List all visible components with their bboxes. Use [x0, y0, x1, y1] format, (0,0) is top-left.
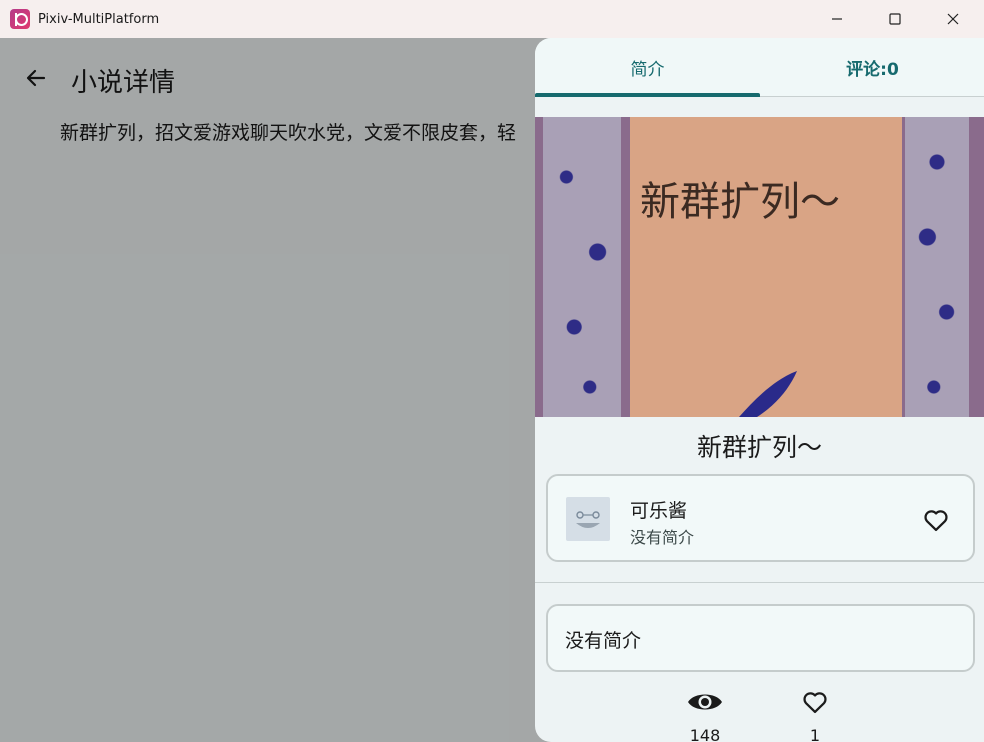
views-count: 148 [689, 726, 721, 742]
close-button[interactable] [924, 0, 982, 38]
section-divider [535, 582, 984, 583]
author-card[interactable]: 可乐酱 没有简介 [546, 474, 975, 562]
maximize-icon [889, 13, 901, 25]
novel-cover-image: 新群扩列～ [535, 117, 984, 417]
novel-title: 新群扩列～ [696, 433, 822, 462]
tab-indicator [535, 93, 760, 97]
tab-intro[interactable]: 简介 [535, 38, 760, 97]
cover-floral-right [905, 117, 969, 417]
heart-outline-icon [924, 510, 948, 532]
novel-detail-sheet: 简介 评论:0 新群扩列～ 新群扩列～ 可乐酱 没有简介 没有简介 148 1 [535, 38, 984, 742]
likes-count: 1 [809, 726, 821, 742]
cover-title-text: 新群扩列～ [640, 179, 840, 225]
minimize-icon [832, 18, 842, 20]
close-icon [947, 13, 959, 25]
window-title: Pixiv-MultiPlatform [38, 11, 160, 27]
minimize-button[interactable] [808, 0, 866, 38]
views-stat: 148 [675, 686, 735, 742]
app-logo-icon [10, 9, 30, 29]
title-bar: Pixiv-MultiPlatform [0, 0, 984, 38]
maximize-button[interactable] [866, 0, 924, 38]
cover-floral-left [543, 117, 621, 417]
avatar-face-icon [576, 511, 600, 528]
avatar[interactable] [566, 497, 610, 541]
tab-bar: 简介 评论:0 [535, 38, 984, 97]
tab-comments[interactable]: 评论:0 [760, 38, 984, 97]
author-bio: 没有简介 [630, 528, 695, 547]
heart-outline-icon [797, 686, 833, 718]
follow-author-button[interactable] [920, 504, 952, 536]
eye-icon [687, 686, 723, 718]
quill-icon [739, 371, 797, 417]
likes-stat: 1 [785, 686, 845, 742]
description-card: 没有简介 [546, 604, 975, 672]
novel-description: 没有简介 [565, 630, 642, 652]
author-name[interactable]: 可乐酱 [630, 496, 687, 523]
